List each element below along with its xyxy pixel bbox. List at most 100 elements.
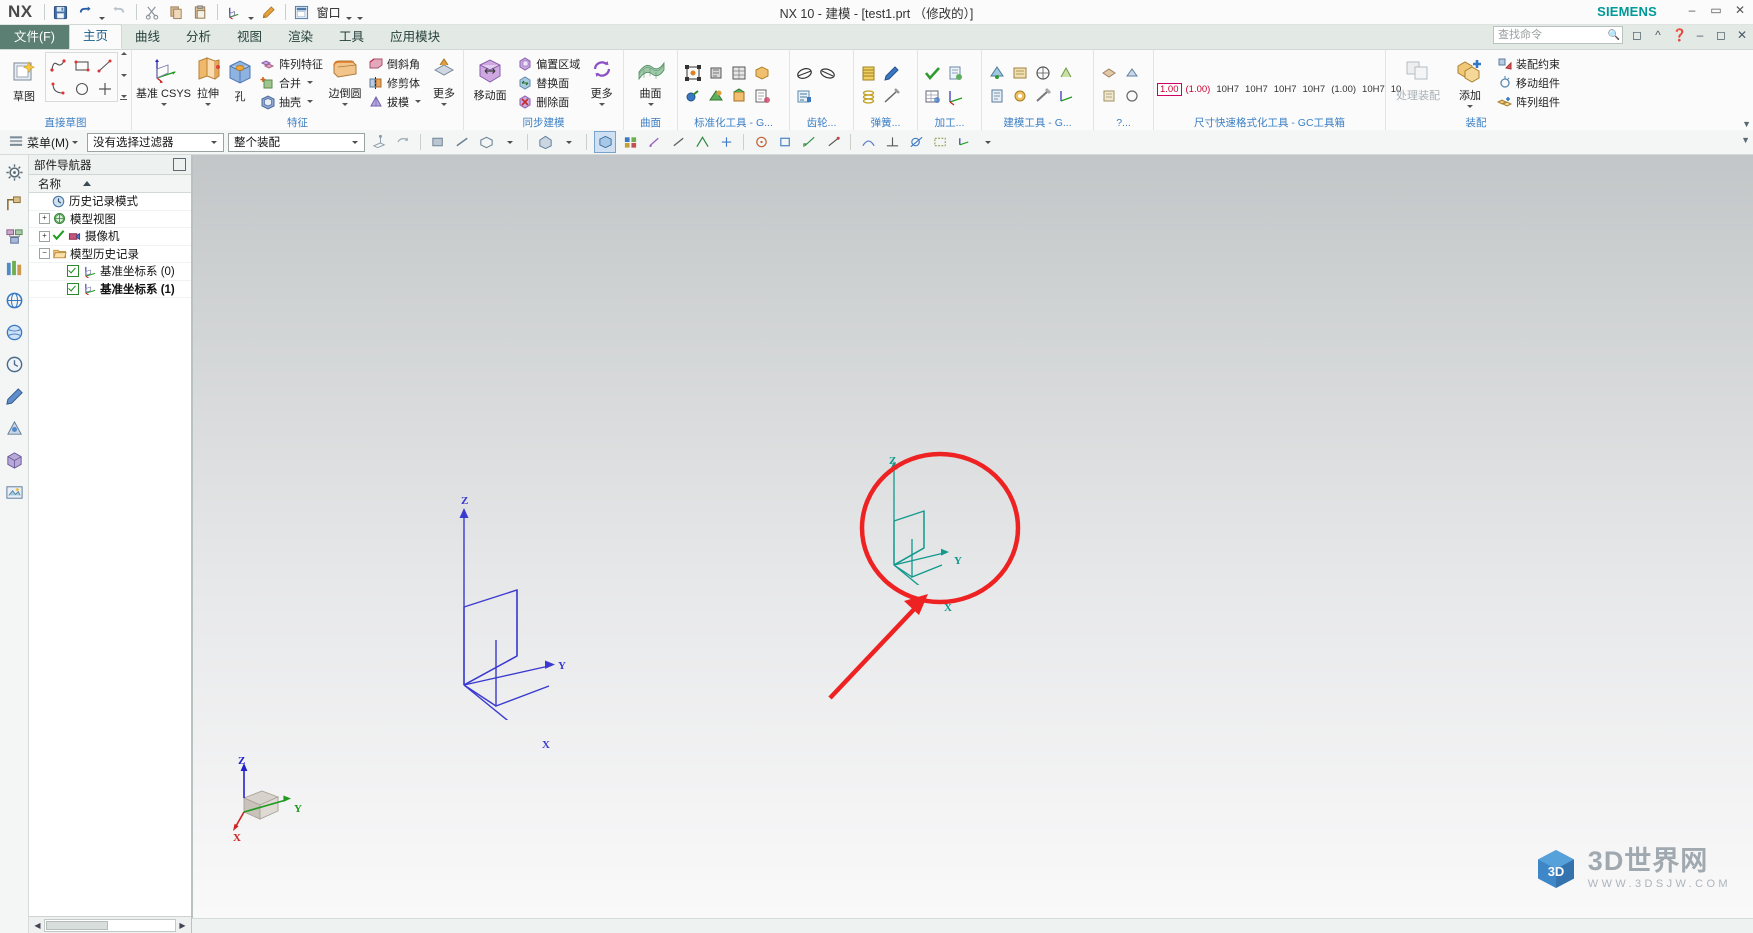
tab-file[interactable]: 文件(F) [0, 25, 69, 49]
search-input[interactable]: 查找命令 🔍 [1493, 26, 1623, 44]
model-tool4-icon[interactable] [1054, 62, 1077, 85]
misc2-icon[interactable] [1120, 62, 1143, 85]
csys-icon[interactable] [223, 2, 245, 22]
model-tool8-icon[interactable] [1054, 85, 1077, 108]
misc3-icon[interactable] [1097, 85, 1120, 108]
spring-coil-icon[interactable] [857, 85, 880, 108]
shell-button[interactable]: 抽壳 [256, 92, 326, 111]
rectangle-icon[interactable] [70, 54, 93, 77]
std-tag-icon[interactable] [750, 62, 773, 85]
add-component-dropdown-icon[interactable] [1467, 105, 1473, 108]
chamfer-button[interactable]: 倒斜角 [364, 54, 424, 73]
tree-item-model-views[interactable]: + 模型视图 [29, 211, 191, 228]
datum-csys-original[interactable] [434, 480, 694, 720]
help-icon[interactable]: ❓ [1672, 28, 1687, 42]
body-select-icon[interactable] [535, 132, 555, 152]
snap-onarc-icon[interactable] [858, 132, 878, 152]
selection-filter-dropdown-icon[interactable] [207, 135, 221, 150]
snap-point-icon[interactable] [644, 132, 664, 152]
part-navigator-tree[interactable]: 历史记录模式 + 模型视图 + 摄像机 − 模型历史记录 基准坐标系 (0) 基… [29, 193, 191, 916]
window-menu-label[interactable]: 窗口 [315, 4, 343, 21]
tree-item-history-mode[interactable]: 历史记录模式 [29, 193, 191, 211]
view-orient-icon[interactable] [954, 132, 974, 152]
selection-scope-combo[interactable]: 整个装配 [228, 132, 365, 152]
materials-icon[interactable] [3, 449, 25, 471]
checkbox-icon[interactable] [67, 282, 79, 295]
gear-spur-icon[interactable] [793, 62, 816, 85]
csys-dropdown-icon[interactable] [247, 0, 256, 25]
datum-csys-button[interactable]: 基准 CSYS [135, 52, 192, 106]
hole-button[interactable]: 孔 [224, 55, 256, 104]
std-part-icon[interactable] [681, 62, 704, 85]
view-orient-dropdown-icon[interactable] [978, 132, 998, 152]
snap-existing-icon[interactable] [799, 132, 819, 152]
snap-endpoint-icon[interactable] [668, 132, 688, 152]
pattern-feature-button[interactable]: 阵列特征 [256, 54, 326, 73]
std-report-icon[interactable] [750, 85, 773, 108]
tab-application[interactable]: 应用模块 [377, 26, 453, 49]
mach-sheet-icon[interactable] [944, 62, 967, 85]
mach-csys-icon[interactable] [944, 85, 967, 108]
part-navigator-scrollbar[interactable]: ◀ ▶ [29, 916, 191, 933]
window-icon[interactable] [291, 2, 313, 22]
selection-filter-combo[interactable]: 没有选择过滤器 [87, 132, 224, 152]
model-tool6-icon[interactable] [1008, 85, 1031, 108]
gear-icon[interactable] [3, 161, 25, 183]
draft-dropdown-icon[interactable] [415, 100, 421, 103]
pin-icon[interactable] [173, 158, 186, 171]
misc4-icon[interactable] [1120, 85, 1143, 108]
globe-icon[interactable] [3, 321, 25, 343]
minimize-button[interactable]: – [1685, 3, 1699, 17]
clock-icon[interactable] [3, 353, 25, 375]
assembly-constraint-button[interactable]: 装配约束 [1493, 54, 1563, 73]
feature-select-icon[interactable] [476, 132, 496, 152]
add-component-button[interactable]: 添加 [1447, 54, 1493, 108]
copy-icon[interactable] [166, 2, 188, 22]
window-dropdown-icon[interactable] [345, 0, 354, 25]
gear-list-icon[interactable] [793, 85, 816, 108]
mach-table-icon[interactable] [921, 85, 944, 108]
brush-icon[interactable] [258, 2, 280, 22]
snap-tangent-icon[interactable] [906, 132, 926, 152]
library-icon[interactable] [3, 257, 25, 279]
scenes-icon[interactable] [3, 481, 25, 503]
gallery-down-icon[interactable] [120, 73, 127, 77]
model-tool7-icon[interactable] [1031, 85, 1054, 108]
edge-select-icon[interactable] [452, 132, 472, 152]
hd3d-icon[interactable] [3, 289, 25, 311]
tree-item-model-history[interactable]: − 模型历史记录 [29, 246, 191, 263]
window-restore-icon[interactable]: ◻ [1630, 28, 1644, 42]
model-tool2-icon[interactable] [1008, 62, 1031, 85]
doc-close-icon[interactable]: ✕ [1735, 28, 1749, 42]
face-select-icon[interactable] [428, 132, 448, 152]
tab-view[interactable]: 视图 [224, 26, 275, 49]
std-blue-icon[interactable] [681, 85, 704, 108]
snap-intersection-icon[interactable] [716, 132, 736, 152]
selection-scope-dropdown-icon[interactable] [348, 135, 362, 150]
menu-button[interactable]: 菜单(M) [4, 133, 83, 152]
dim-10h7-icon[interactable]: 10H7 [1214, 84, 1241, 95]
scissors-icon[interactable] [142, 2, 164, 22]
model-tool3-icon[interactable] [1031, 62, 1054, 85]
draft-button[interactable]: 拔模 [364, 92, 424, 111]
gallery-up-icon[interactable] [120, 52, 127, 55]
snap-onpoint-icon[interactable] [823, 132, 843, 152]
dim-10h7b-icon[interactable]: 10H7 [1243, 84, 1270, 95]
expander-icon[interactable]: + [39, 213, 50, 225]
snap-midpoint-icon[interactable] [692, 132, 712, 152]
more-sync-dropdown-icon[interactable] [598, 103, 605, 106]
render-style-icon[interactable] [594, 131, 616, 153]
dim-10h7c-icon[interactable]: 10H7 [1272, 84, 1299, 95]
more-features-dropdown-icon[interactable] [441, 103, 447, 106]
ribbon-collapse-icon[interactable]: ^ [1651, 28, 1665, 42]
snap-dropdown-icon[interactable] [500, 132, 520, 152]
model-tool1-icon[interactable] [985, 62, 1008, 85]
selection-bar-overflow-icon[interactable]: ▼ [1741, 135, 1750, 145]
sort-asc-icon[interactable] [83, 181, 91, 186]
datum-csys-dropdown-icon[interactable] [160, 103, 167, 106]
model-tool5-icon[interactable] [985, 85, 1008, 108]
dim-10h7d-icon[interactable]: 10H7 [1300, 84, 1327, 95]
snap-arccenter-icon[interactable] [751, 132, 771, 152]
circle-icon[interactable] [70, 77, 93, 100]
constraint-icon[interactable] [3, 193, 25, 215]
